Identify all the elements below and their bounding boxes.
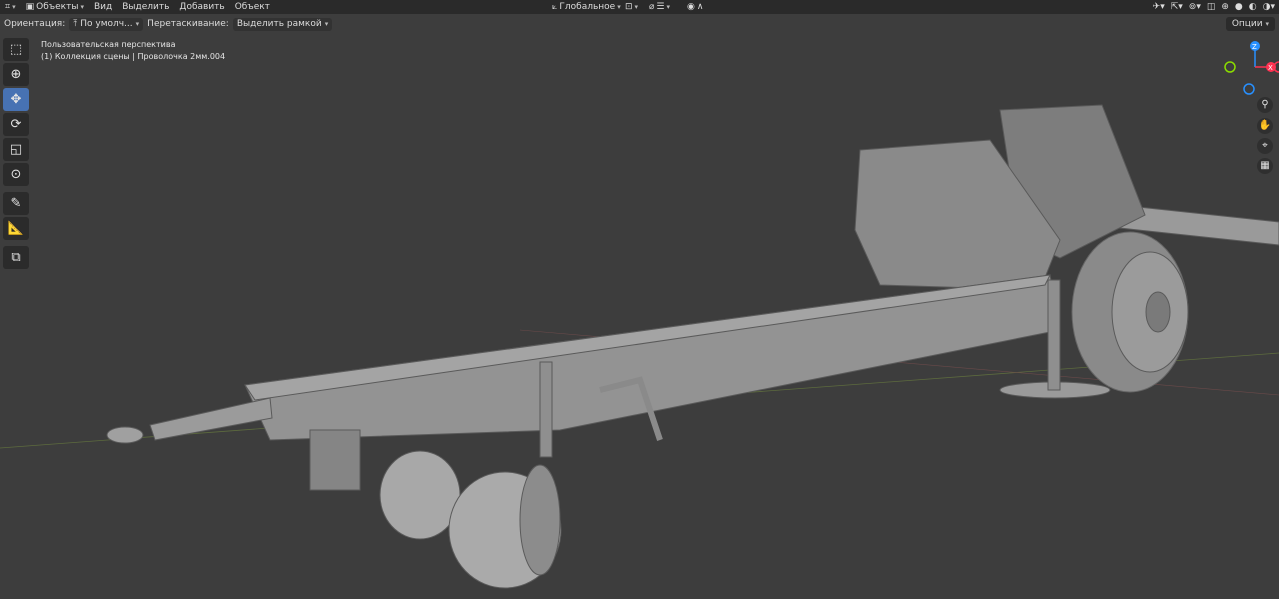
viewport-editor-icon: ⌗: [5, 2, 11, 12]
cursor-box-icon: ⬚: [9, 42, 23, 57]
transform-space-dropdown[interactable]: ⟀ Глобальное ▾: [547, 0, 626, 14]
pan-hand-icon[interactable]: ✋: [1257, 118, 1273, 134]
transform-space-label: Глобальное: [559, 2, 616, 12]
snap-target-icon: ☰: [656, 2, 665, 12]
ortho-grid-icon[interactable]: ▦: [1257, 158, 1273, 174]
falloff-icon: ∧: [696, 2, 704, 12]
viewport-scene[interactable]: [0, 0, 1279, 599]
top-menu-bar: ⌗ ▾ ▣ Объекты ▾ Вид Выделить Добавить Объ…: [0, 0, 1279, 14]
overlays-icon[interactable]: ⊚▾: [1189, 2, 1201, 12]
svg-text:X: X: [1268, 64, 1273, 72]
pencil-icon: ✎: [10, 196, 22, 211]
pivot-dropdown[interactable]: ⊡ ▾: [620, 0, 643, 14]
drag-label: Перетаскивание:: [147, 19, 229, 29]
menu-object[interactable]: Объект: [230, 0, 275, 14]
viewport-info: Пользовательская перспектива (1) Коллекц…: [41, 39, 225, 63]
proportional-edit-toggle[interactable]: ◉ ∧: [682, 0, 708, 14]
shading-rendered-icon[interactable]: ◑▾: [1263, 2, 1275, 12]
proportional-edit-icon: ◉: [687, 2, 695, 12]
orientation-label: Ориентация:: [4, 19, 66, 29]
scale-tool[interactable]: ◱: [3, 138, 29, 161]
pivot-icon: ⊡: [625, 2, 633, 12]
menu-select[interactable]: Выделить: [117, 0, 174, 14]
camera-view-icon[interactable]: ⌖: [1257, 138, 1273, 154]
menu-add[interactable]: Добавить: [174, 0, 229, 14]
scale-icon: ◱: [9, 142, 23, 157]
neg-x-axis-icon: [1273, 61, 1279, 73]
xray-icon[interactable]: ◫: [1207, 2, 1216, 12]
ruler-icon: 📐: [7, 221, 25, 236]
move-tool[interactable]: ✥: [3, 88, 29, 111]
visibility-icon[interactable]: ✈▾: [1153, 2, 1165, 12]
snap-toggle[interactable]: ⌀ ☰ ▾: [644, 0, 675, 14]
orientation-dropdown[interactable]: ⤒ По умолч... ▾: [69, 17, 144, 31]
add-cube-tool[interactable]: ⧉: [3, 246, 29, 269]
shading-material-icon[interactable]: ◐: [1249, 2, 1257, 12]
collection-info: (1) Коллекция сцены | Проволочка 2мм.004: [41, 52, 226, 61]
snap-icon: ⌀: [649, 2, 655, 12]
object-mode-icon: ▣: [25, 2, 35, 12]
viewport-header-right: ✈▾ ⇱▾ ⊚▾ ◫ ⊕ ● ◐ ◑▾: [1153, 0, 1275, 14]
shading-wireframe-icon[interactable]: ⊕: [1221, 2, 1229, 12]
crosshair-icon: ⊕: [10, 67, 22, 82]
drag-dropdown[interactable]: Выделить рамкой ▾: [232, 17, 333, 31]
editor-type-button[interactable]: ⌗ ▾: [0, 0, 21, 14]
gizmo-toggle-icon[interactable]: ⇱▾: [1171, 2, 1183, 12]
move-arrows-icon: ✥: [10, 92, 22, 107]
shading-solid-icon[interactable]: ●: [1235, 2, 1243, 12]
orientation-value: По умолч...: [80, 18, 133, 29]
annotate-tool[interactable]: ✎: [3, 192, 29, 215]
mode-label: Объекты: [36, 2, 79, 12]
rotate-icon: ⟳: [10, 117, 22, 132]
transform-tool[interactable]: ⊙: [3, 163, 29, 186]
svg-text:Z: Z: [1252, 43, 1257, 51]
zoom-icon[interactable]: ⚲: [1257, 97, 1273, 113]
menu-view[interactable]: Вид: [89, 0, 117, 14]
neg-z-axis-icon: [1243, 83, 1255, 95]
options-dropdown[interactable]: Опции ▾: [1225, 17, 1275, 31]
y-axis-icon: [1224, 61, 1236, 73]
transform-icon: ⊙: [10, 167, 22, 182]
orientation-icon: ⤒: [73, 18, 78, 29]
rotate-tool[interactable]: ⟳: [3, 113, 29, 136]
tool-settings-bar: Ориентация: ⤒ По умолч... ▾ Перетаскиван…: [0, 16, 1279, 32]
view-name: Пользовательская перспектива: [41, 40, 176, 49]
transform-orientation-icon: ⟀: [552, 2, 558, 12]
left-toolbar: ⬚ ⊕ ✥ ⟳ ◱ ⊙ ✎ 📐 ⧉: [3, 38, 30, 271]
measure-tool[interactable]: 📐: [3, 217, 29, 240]
cursor-tool[interactable]: ⊕: [3, 63, 29, 86]
select-box-tool[interactable]: ⬚: [3, 38, 29, 61]
drag-value: Выделить рамкой: [236, 18, 322, 29]
mode-dropdown[interactable]: ▣ Объекты ▾: [21, 0, 89, 14]
add-cube-icon: ⧉: [11, 250, 21, 265]
navigation-gizmo[interactable]: Z X: [1219, 38, 1279, 98]
options-label: Опции: [1231, 19, 1263, 29]
